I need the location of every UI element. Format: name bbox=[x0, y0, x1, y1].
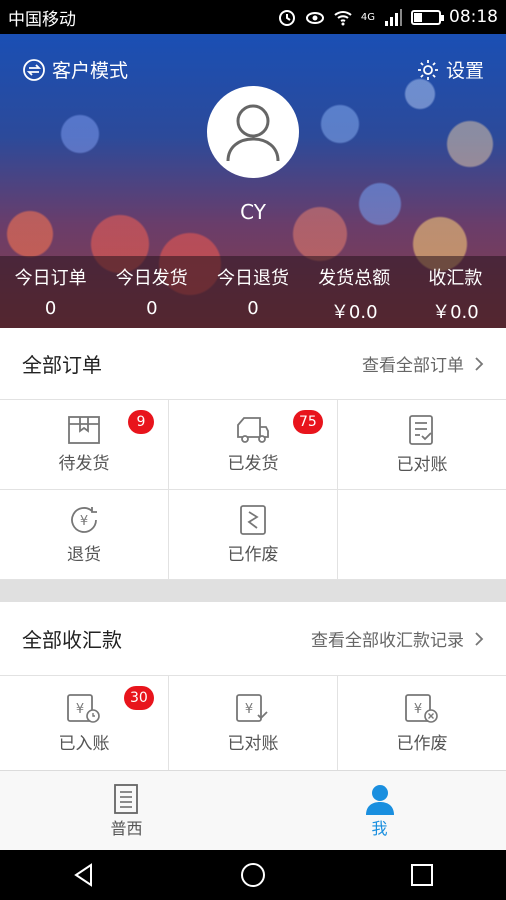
bottom-tab-bar: 普西 我 bbox=[0, 770, 506, 850]
document-icon bbox=[113, 783, 138, 814]
stat-label: 今日订单 bbox=[14, 268, 87, 289]
section-divider bbox=[0, 580, 506, 602]
order-item-label: 已作废 bbox=[227, 545, 279, 565]
stat-label: 今日退货 bbox=[217, 268, 289, 289]
order-shipped[interactable]: 已发货 75 bbox=[169, 400, 338, 490]
stat-value: ￥0.0 bbox=[330, 302, 378, 323]
order-item-label: 已对账 bbox=[396, 455, 448, 475]
orders-section-header: 全部订单 查看全部订单 bbox=[0, 328, 506, 400]
stat-value: ￥0.0 bbox=[432, 302, 479, 323]
stat-today-returns[interactable]: 今日退货 0 bbox=[202, 256, 303, 328]
home-icon[interactable] bbox=[239, 861, 267, 889]
today-stats: 今日订单 0 今日发货 0 今日退货 0 发货总额 ￥0.0 收汇款 ￥0.0 bbox=[0, 256, 506, 328]
settings-button[interactable]: 设置 bbox=[416, 56, 484, 83]
svg-text:¥: ¥ bbox=[414, 702, 422, 717]
system-nav-bar bbox=[0, 850, 506, 900]
carrier-label: 中国移动 bbox=[8, 9, 76, 30]
void-document-icon bbox=[240, 505, 266, 535]
chevron-right-icon bbox=[475, 631, 484, 646]
chevron-right-icon bbox=[475, 356, 484, 371]
tab-label: 我 bbox=[371, 818, 388, 838]
refund-yen-icon: ¥ bbox=[71, 507, 97, 533]
stat-value: 0 bbox=[247, 298, 259, 319]
yen-cancel-icon: ¥ bbox=[405, 693, 438, 723]
wifi-icon bbox=[334, 11, 352, 26]
profile-header: 客户模式 设置 CY 今日订单 0 今日发货 0 今日退货 0 发货总额 ￥0.0 收汇… bbox=[0, 34, 506, 328]
yen-check-icon: ¥ bbox=[236, 693, 268, 722]
signal-icon bbox=[385, 9, 402, 26]
username: CY bbox=[240, 200, 266, 224]
person-icon bbox=[226, 104, 280, 162]
payments-grid: ¥ 已入账 30 ¥ 已对账 ¥ 已作废 bbox=[0, 676, 506, 770]
order-returns[interactable]: ¥ 退货 bbox=[0, 490, 169, 580]
payment-item-label: 已作废 bbox=[396, 733, 448, 754]
stat-today-orders[interactable]: 今日订单 0 bbox=[0, 256, 101, 328]
stat-today-shipped[interactable]: 今日发货 0 bbox=[101, 256, 202, 328]
payment-item-label: 已入账 bbox=[58, 733, 110, 754]
orders-title: 全部订单 bbox=[22, 353, 102, 377]
view-all-orders-label: 查看全部订单 bbox=[362, 356, 464, 376]
clock: 08:18 bbox=[449, 7, 498, 27]
status-bar: 中国移动 4G 08:18 bbox=[0, 0, 506, 34]
settings-label: 设置 bbox=[445, 60, 484, 82]
order-item-label: 已发货 bbox=[227, 454, 279, 474]
recents-icon[interactable] bbox=[409, 862, 435, 888]
tab-label: 普西 bbox=[110, 818, 143, 838]
box-icon bbox=[68, 416, 100, 444]
count-badge: 30 bbox=[124, 686, 154, 710]
payments-section-header: 全部收汇款 查看全部收汇款记录 bbox=[0, 602, 506, 676]
stat-label: 发货总额 bbox=[318, 268, 391, 289]
battery-icon bbox=[411, 9, 444, 25]
payments-title: 全部收汇款 bbox=[22, 628, 122, 652]
yen-clock-icon: ¥ bbox=[67, 693, 100, 723]
customer-mode-label: 客户模式 bbox=[52, 60, 129, 82]
network-type: 4G bbox=[360, 11, 375, 23]
gear-icon bbox=[417, 59, 438, 80]
checklist-icon bbox=[409, 415, 433, 445]
stat-value: 0 bbox=[44, 298, 57, 319]
alarm-icon bbox=[278, 10, 295, 26]
empty-cell bbox=[338, 490, 506, 580]
view-all-payments-link[interactable]: 查看全部收汇款记录 bbox=[311, 626, 484, 651]
view-all-payments-label: 查看全部收汇款记录 bbox=[311, 631, 464, 651]
stat-value: 0 bbox=[146, 298, 158, 319]
person-icon bbox=[365, 784, 394, 815]
tab-me[interactable]: 我 bbox=[253, 771, 506, 850]
truck-icon bbox=[237, 417, 269, 443]
svg-text:¥: ¥ bbox=[76, 702, 84, 717]
customer-mode-button[interactable]: 客户模式 bbox=[22, 56, 128, 83]
switch-icon bbox=[23, 58, 45, 81]
payment-posted[interactable]: ¥ 已入账 30 bbox=[0, 676, 169, 770]
avatar[interactable] bbox=[207, 86, 299, 178]
payment-item-label: 已对账 bbox=[227, 733, 279, 754]
tab-home[interactable]: 普西 bbox=[0, 771, 253, 850]
order-voided[interactable]: 已作废 bbox=[169, 490, 338, 580]
stat-shipping-total[interactable]: 发货总额 ￥0.0 bbox=[304, 256, 405, 328]
payment-voided[interactable]: ¥ 已作废 bbox=[338, 676, 506, 770]
count-badge: 75 bbox=[293, 410, 323, 434]
stat-label: 收汇款 bbox=[428, 268, 483, 289]
view-all-orders-link[interactable]: 查看全部订单 bbox=[362, 351, 484, 376]
order-item-label: 退货 bbox=[67, 545, 101, 565]
eye-icon bbox=[305, 12, 324, 24]
stat-receipts[interactable]: 收汇款 ￥0.0 bbox=[405, 256, 506, 328]
payment-reconciled[interactable]: ¥ 已对账 bbox=[169, 676, 338, 770]
order-pending-shipment[interactable]: 待发货 9 bbox=[0, 400, 169, 490]
order-item-label: 待发货 bbox=[58, 454, 110, 474]
count-badge: 9 bbox=[128, 410, 154, 434]
orders-grid: 待发货 9 已发货 75 已对账 ¥ 退货 已作废 bbox=[0, 400, 506, 580]
order-reconciled[interactable]: 已对账 bbox=[338, 400, 506, 490]
svg-text:¥: ¥ bbox=[245, 702, 253, 717]
stat-label: 今日发货 bbox=[115, 268, 188, 289]
back-icon[interactable] bbox=[71, 862, 97, 888]
svg-text:¥: ¥ bbox=[80, 514, 88, 529]
